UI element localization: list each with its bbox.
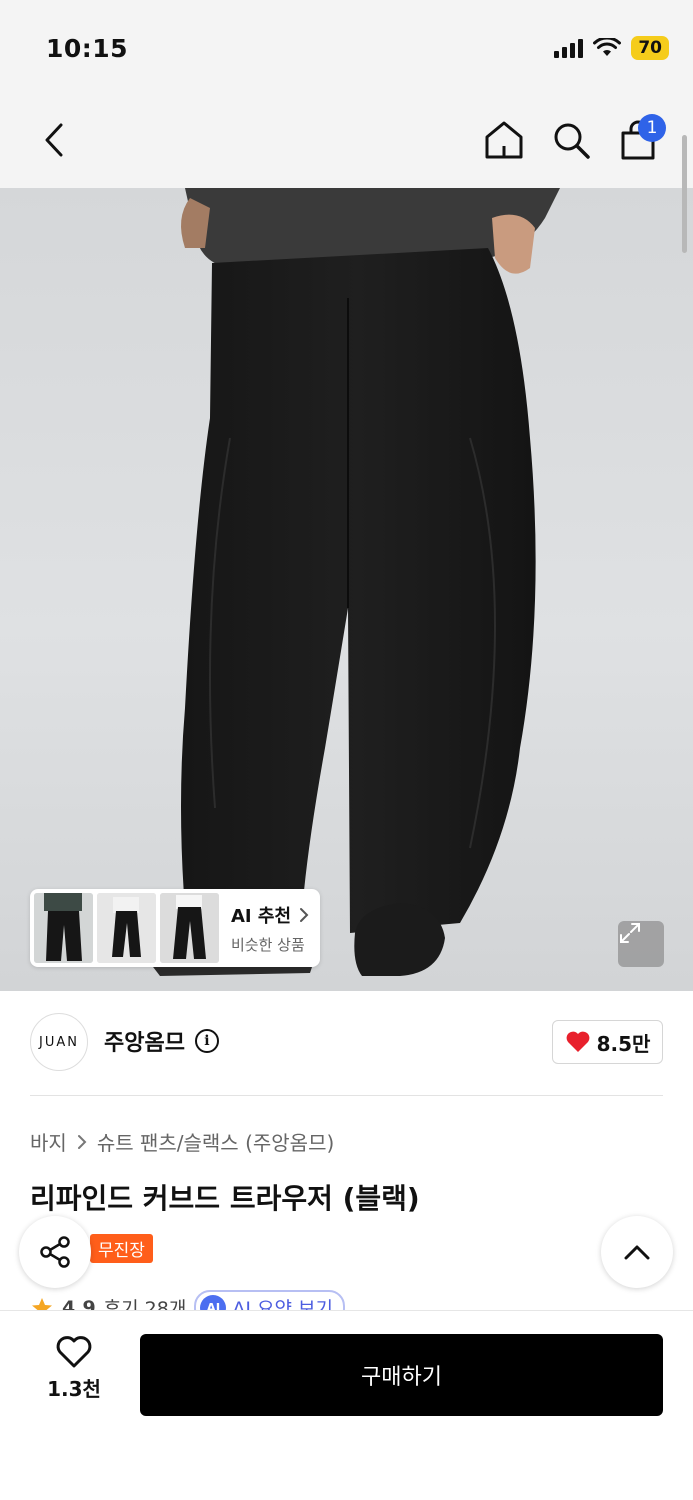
search-button[interactable] bbox=[549, 118, 593, 162]
thumb-image bbox=[34, 893, 93, 963]
promo-badge: 무진장 bbox=[90, 1233, 153, 1263]
chevron-right-icon bbox=[77, 1134, 87, 1149]
home-icon bbox=[485, 121, 523, 159]
ai-recommend-subtitle: 비슷한 상품 bbox=[231, 935, 305, 954]
chevron-up-icon bbox=[624, 1245, 650, 1260]
share-button[interactable] bbox=[19, 1216, 91, 1288]
buy-button[interactable]: 구매하기 bbox=[140, 1334, 663, 1416]
home-button[interactable] bbox=[482, 118, 526, 162]
brand-name-link[interactable]: 주앙옴므 i bbox=[104, 1025, 219, 1057]
scroll-to-top-button[interactable] bbox=[601, 1216, 673, 1288]
thumb-image bbox=[160, 893, 219, 963]
thumb-image bbox=[97, 893, 156, 963]
chevron-left-icon bbox=[45, 123, 63, 157]
product-image[interactable] bbox=[0, 188, 693, 991]
breadcrumb-item-subcategory[interactable]: 슈트 팬츠/슬랙스 (주앙옴므) bbox=[97, 1127, 334, 1156]
signal-icon bbox=[554, 38, 584, 58]
scrollbar[interactable] bbox=[682, 135, 687, 253]
top-bar: 10:15 70 1 bbox=[0, 0, 693, 188]
wishlist-count: 1.3천 bbox=[47, 1377, 101, 1401]
divider bbox=[30, 1095, 663, 1096]
wifi-icon bbox=[593, 38, 622, 56]
chevron-right-icon bbox=[300, 907, 309, 922]
ai-recommend-title-label: AI 추천 bbox=[231, 905, 292, 927]
similar-product-thumb-2[interactable] bbox=[97, 893, 156, 963]
bottom-action-bar: 1.3천 구매하기 bbox=[0, 1310, 693, 1500]
wishlist-button[interactable]: 1.3천 bbox=[36, 1335, 112, 1402]
breadcrumb: 바지 슈트 팬츠/슬랙스 (주앙옴므) bbox=[30, 1127, 334, 1156]
brand-name: 주앙옴므 bbox=[104, 1031, 185, 1056]
similar-product-thumb-3[interactable] bbox=[160, 893, 219, 963]
product-photo bbox=[150, 188, 560, 976]
info-icon[interactable]: i bbox=[194, 1029, 219, 1053]
heart-filled-icon bbox=[566, 1031, 589, 1052]
status-time: 10:15 bbox=[46, 34, 129, 63]
expand-image-button[interactable] bbox=[618, 921, 664, 967]
ai-recommend-card[interactable]: AI 추천 비슷한 상품 bbox=[30, 889, 320, 967]
status-indicators: 70 bbox=[554, 36, 669, 60]
share-icon bbox=[40, 1236, 70, 1268]
search-icon bbox=[554, 123, 590, 159]
brand-like-count: 8.5만 bbox=[596, 1031, 651, 1056]
cart-button[interactable]: 1 bbox=[616, 114, 666, 162]
similar-product-thumb-1[interactable] bbox=[34, 893, 93, 963]
cart-count-badge: 1 bbox=[638, 114, 666, 142]
breadcrumb-item-category[interactable]: 바지 bbox=[30, 1127, 67, 1156]
expand-icon bbox=[620, 923, 640, 943]
ai-recommend-text: AI 추천 비슷한 상품 bbox=[231, 902, 309, 955]
product-title: 리파인드 커브드 트라우저 (블랙) bbox=[30, 1182, 420, 1215]
brand-like-button[interactable]: 8.5만 bbox=[552, 1020, 663, 1064]
battery-indicator: 70 bbox=[631, 36, 669, 60]
heart-outline-icon bbox=[56, 1336, 92, 1368]
ai-recommend-title: AI 추천 bbox=[231, 902, 309, 928]
back-button[interactable] bbox=[36, 120, 72, 160]
brand-logo[interactable]: JUAN bbox=[30, 1013, 88, 1071]
